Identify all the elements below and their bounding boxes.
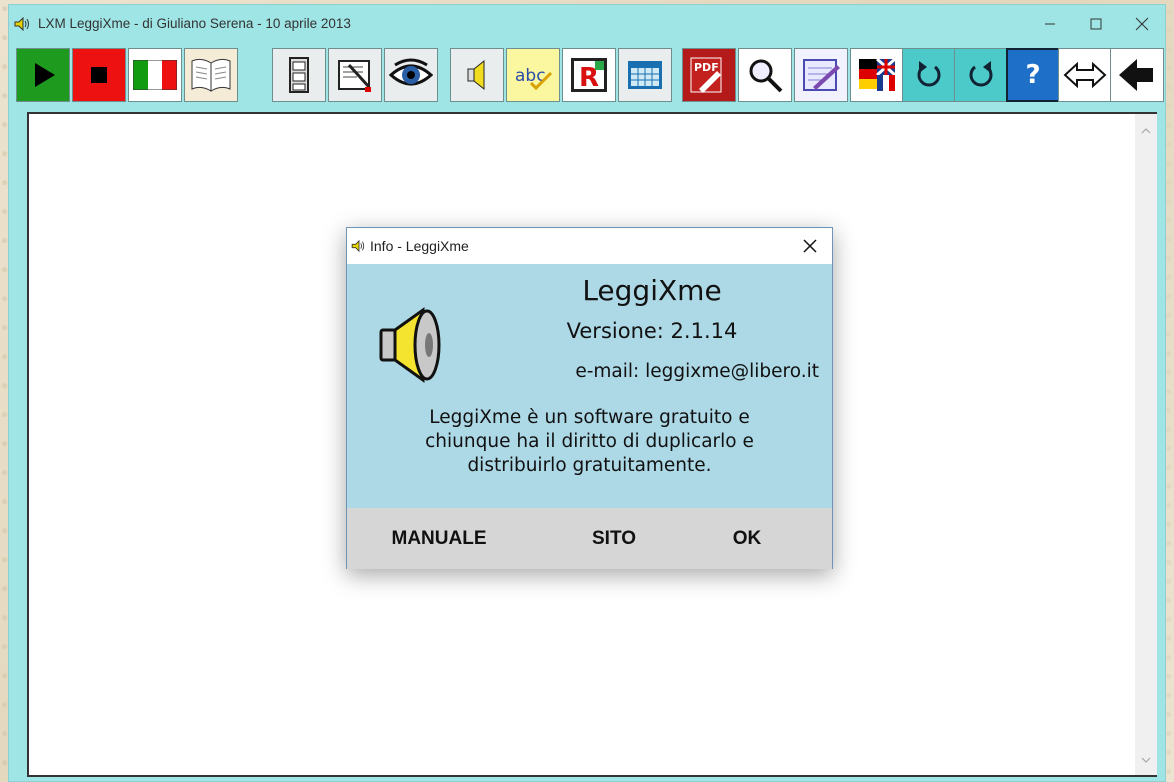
dialog-body: LeggiXme Versione: 2.1.14 e-mail: leggix…: [347, 264, 832, 508]
file-cabinet-icon: [281, 55, 317, 95]
manual-button[interactable]: MANUALE: [369, 524, 509, 554]
speaker-icon: [462, 57, 492, 93]
scroll-down-arrow-icon[interactable]: [1135, 749, 1157, 771]
open-book-button[interactable]: [184, 48, 238, 102]
abc-check-icon: abc: [511, 57, 555, 93]
description-line: LeggiXme è un software gratuito e: [429, 407, 750, 428]
back-button[interactable]: [1110, 48, 1164, 102]
double-arrow-icon: [1063, 60, 1107, 90]
large-speaker-icon: [375, 304, 447, 390]
stop-icon: [81, 57, 117, 93]
dialog-close-button[interactable]: [792, 228, 828, 264]
search-button[interactable]: [738, 48, 792, 102]
close-button[interactable]: [1119, 5, 1165, 42]
magnifier-icon: [745, 55, 785, 95]
calendar-icon: [625, 58, 665, 92]
eye-icon: [389, 57, 433, 93]
calendar-button[interactable]: [618, 48, 672, 102]
ok-button[interactable]: OK: [712, 524, 782, 554]
speaker-button[interactable]: [450, 48, 504, 102]
minimize-button[interactable]: [1027, 5, 1073, 42]
title-bar: LXM LeggiXme - di Giuliano Serena - 10 a…: [9, 5, 1165, 42]
dialog-footer: MANUALE SITO OK: [347, 508, 832, 569]
description-line: chiunque ha il diritto di duplicarlo e: [425, 431, 754, 452]
flags-icon: [855, 55, 899, 95]
play-button[interactable]: [16, 48, 70, 102]
maximize-button[interactable]: [1073, 5, 1119, 42]
notepad-icon: [799, 55, 843, 95]
site-button[interactable]: SITO: [569, 524, 659, 554]
rotate-right-icon: [961, 55, 1001, 95]
play-icon: [25, 57, 61, 93]
resize-button[interactable]: [1058, 48, 1112, 102]
license-description: LeggiXme è un software gratuito e chiunq…: [347, 406, 832, 478]
stop-button[interactable]: [72, 48, 126, 102]
dialog-speaker-icon: [351, 238, 367, 254]
email-label: e-mail: leggixme@libero.it: [575, 361, 819, 382]
document-pen-icon: [335, 55, 375, 95]
translate-button[interactable]: [850, 48, 904, 102]
description-line: distribuirlo gratuitamente.: [467, 455, 712, 476]
toolbar: abc R PDF ?: [13, 48, 1164, 102]
window-title: LXM LeggiXme - di Giuliano Serena - 10 a…: [38, 16, 351, 31]
app-speaker-icon: [14, 14, 34, 34]
italy-flag-icon: [133, 60, 177, 90]
letter-r-icon: R: [567, 55, 611, 95]
view-button[interactable]: [384, 48, 438, 102]
notepad-button[interactable]: [794, 48, 848, 102]
svg-text:PDF: PDF: [694, 61, 719, 74]
info-dialog: Info - LeggiXme LeggiXme Versione: 2.1.1…: [346, 227, 833, 569]
undo-button[interactable]: [902, 48, 956, 102]
version-label: Versione: 2.1.14: [566, 319, 738, 343]
help-icon: ?: [1025, 60, 1041, 90]
dialog-title-bar: Info - LeggiXme: [347, 228, 832, 264]
back-arrow-icon: [1115, 57, 1159, 93]
pdf-icon: PDF: [687, 55, 731, 95]
dialog-title: Info - LeggiXme: [370, 238, 469, 254]
italian-language-button[interactable]: [128, 48, 182, 102]
pdf-button[interactable]: PDF: [682, 48, 736, 102]
close-icon: [803, 239, 817, 253]
app-name: LeggiXme: [582, 274, 722, 307]
vertical-scrollbar[interactable]: [1135, 114, 1157, 775]
edit-text-button[interactable]: [328, 48, 382, 102]
rotate-left-icon: [909, 55, 949, 95]
reading-button[interactable]: R: [562, 48, 616, 102]
window-controls: [1027, 5, 1165, 42]
help-button[interactable]: ?: [1006, 48, 1060, 102]
archive-button[interactable]: [272, 48, 326, 102]
scroll-up-arrow-icon[interactable]: [1135, 120, 1157, 142]
spellcheck-button[interactable]: abc: [506, 48, 560, 102]
redo-button[interactable]: [954, 48, 1008, 102]
book-icon: [189, 55, 233, 95]
